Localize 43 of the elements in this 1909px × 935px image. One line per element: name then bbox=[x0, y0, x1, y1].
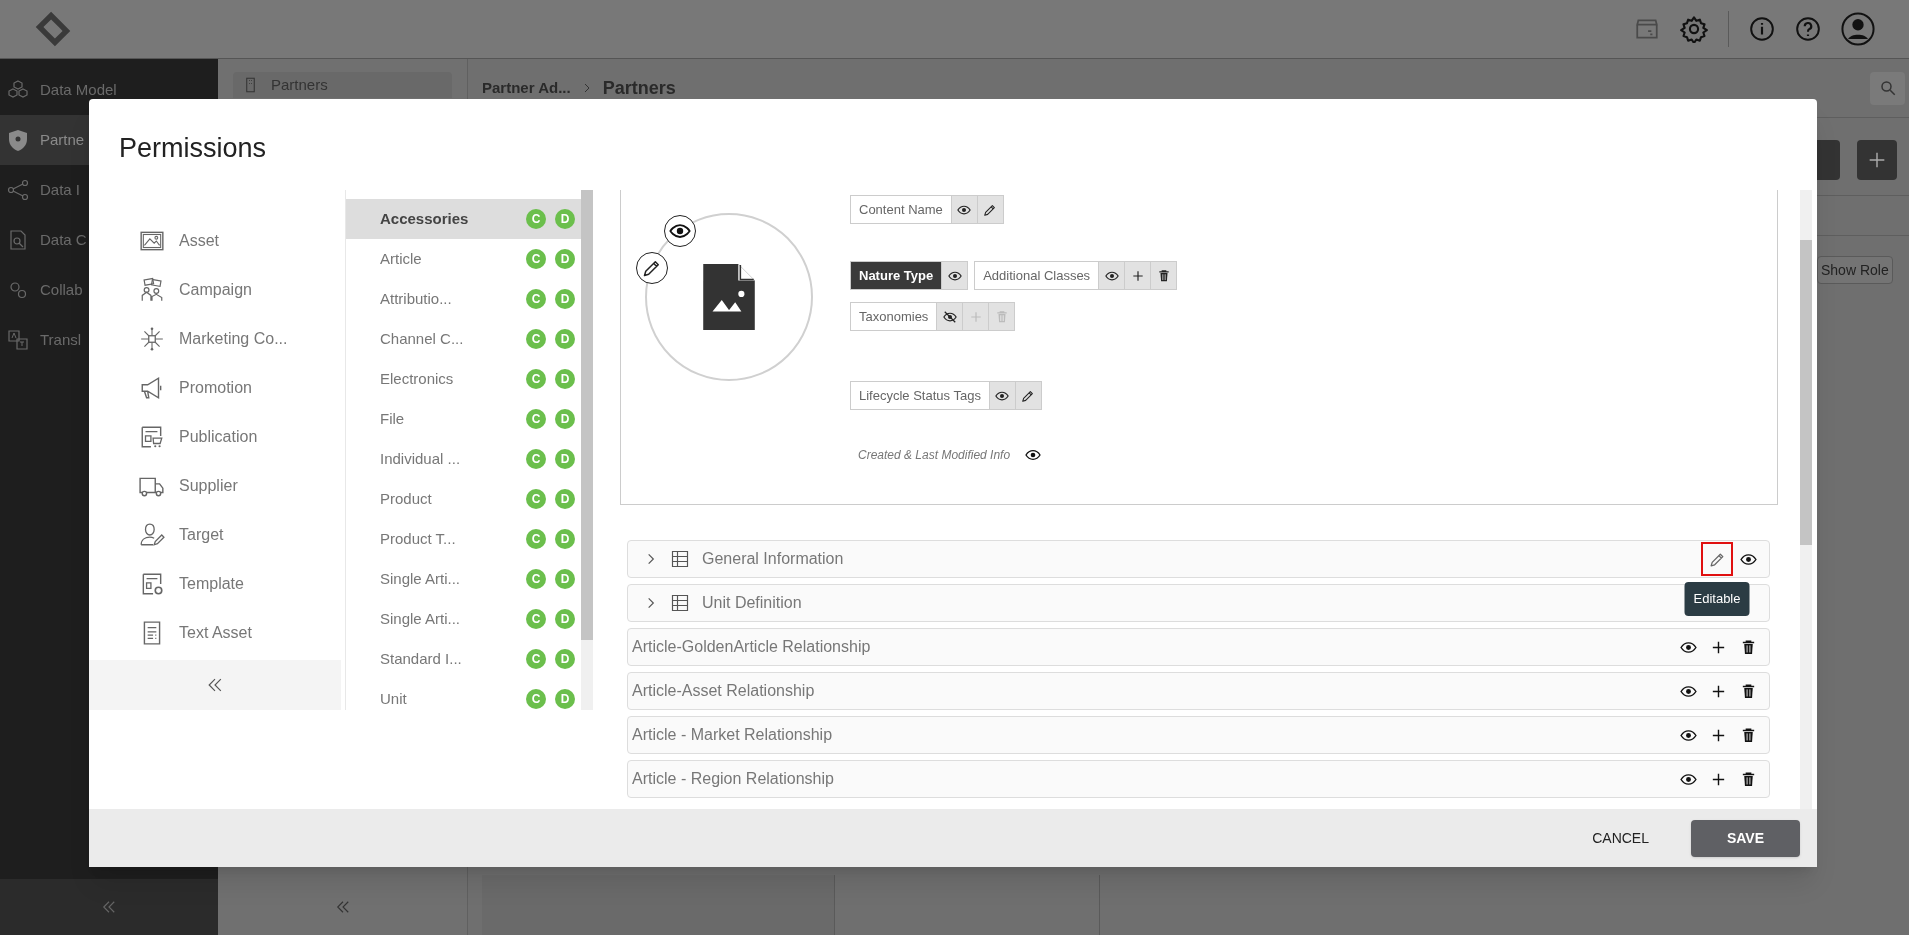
class-label: Product bbox=[380, 488, 433, 509]
section-label: Article-Asset Relationship bbox=[632, 681, 815, 701]
class-label: Accessories bbox=[380, 208, 470, 229]
tooltip: Editable bbox=[1684, 582, 1750, 616]
category-label: Supplier bbox=[179, 475, 238, 496]
class-label: Standard I... bbox=[380, 648, 463, 669]
nav-label: Partne bbox=[40, 129, 85, 150]
class-label: Single Arti... bbox=[380, 608, 462, 629]
category-label: Template bbox=[179, 573, 244, 594]
nav-label: Data Model bbox=[40, 79, 117, 100]
section-label: General Information bbox=[702, 549, 844, 569]
nav-label: Collab bbox=[40, 279, 83, 300]
nav-label: Data C bbox=[40, 229, 87, 250]
class-label: Individual ... bbox=[380, 448, 462, 469]
field-label: Nature Type bbox=[851, 262, 942, 289]
class-label: Electronics bbox=[380, 368, 455, 389]
class-label: File bbox=[380, 408, 406, 429]
field-label: Lifecycle Status Tags bbox=[858, 386, 982, 405]
class-label: Single Arti... bbox=[380, 568, 462, 589]
field-label: Created & Last Modified Info bbox=[858, 447, 1011, 464]
class-label: Article bbox=[380, 248, 423, 269]
dialog-title: Permissions bbox=[119, 132, 267, 166]
nav-label: Transl bbox=[40, 329, 82, 350]
section-label: Unit Definition bbox=[702, 593, 802, 613]
page-title: Partners bbox=[602, 76, 676, 100]
field-label: Content Name bbox=[858, 200, 944, 219]
class-label: Unit bbox=[380, 688, 408, 709]
category-label: Promotion bbox=[179, 377, 252, 398]
category-label: Campaign bbox=[179, 279, 252, 300]
category-label: Target bbox=[179, 524, 224, 545]
section-label: Article - Region Relationship bbox=[632, 769, 834, 789]
nav-label: Data I bbox=[40, 179, 81, 200]
field-label: Taxonomies bbox=[858, 307, 930, 326]
section-label: Article-GoldenArticle Relationship bbox=[632, 637, 871, 657]
class-label: Product T... bbox=[380, 528, 457, 549]
category-label: Text Asset bbox=[179, 622, 252, 643]
category-label: Asset bbox=[179, 230, 219, 251]
class-label: Channel C... bbox=[380, 328, 465, 349]
section-label: Article - Market Relationship bbox=[632, 725, 833, 745]
category-label: Marketing Co... bbox=[179, 328, 288, 349]
field-label: Additional Classes bbox=[982, 266, 1092, 285]
class-label: Attributio... bbox=[380, 288, 453, 309]
category-label: Publication bbox=[179, 426, 258, 447]
